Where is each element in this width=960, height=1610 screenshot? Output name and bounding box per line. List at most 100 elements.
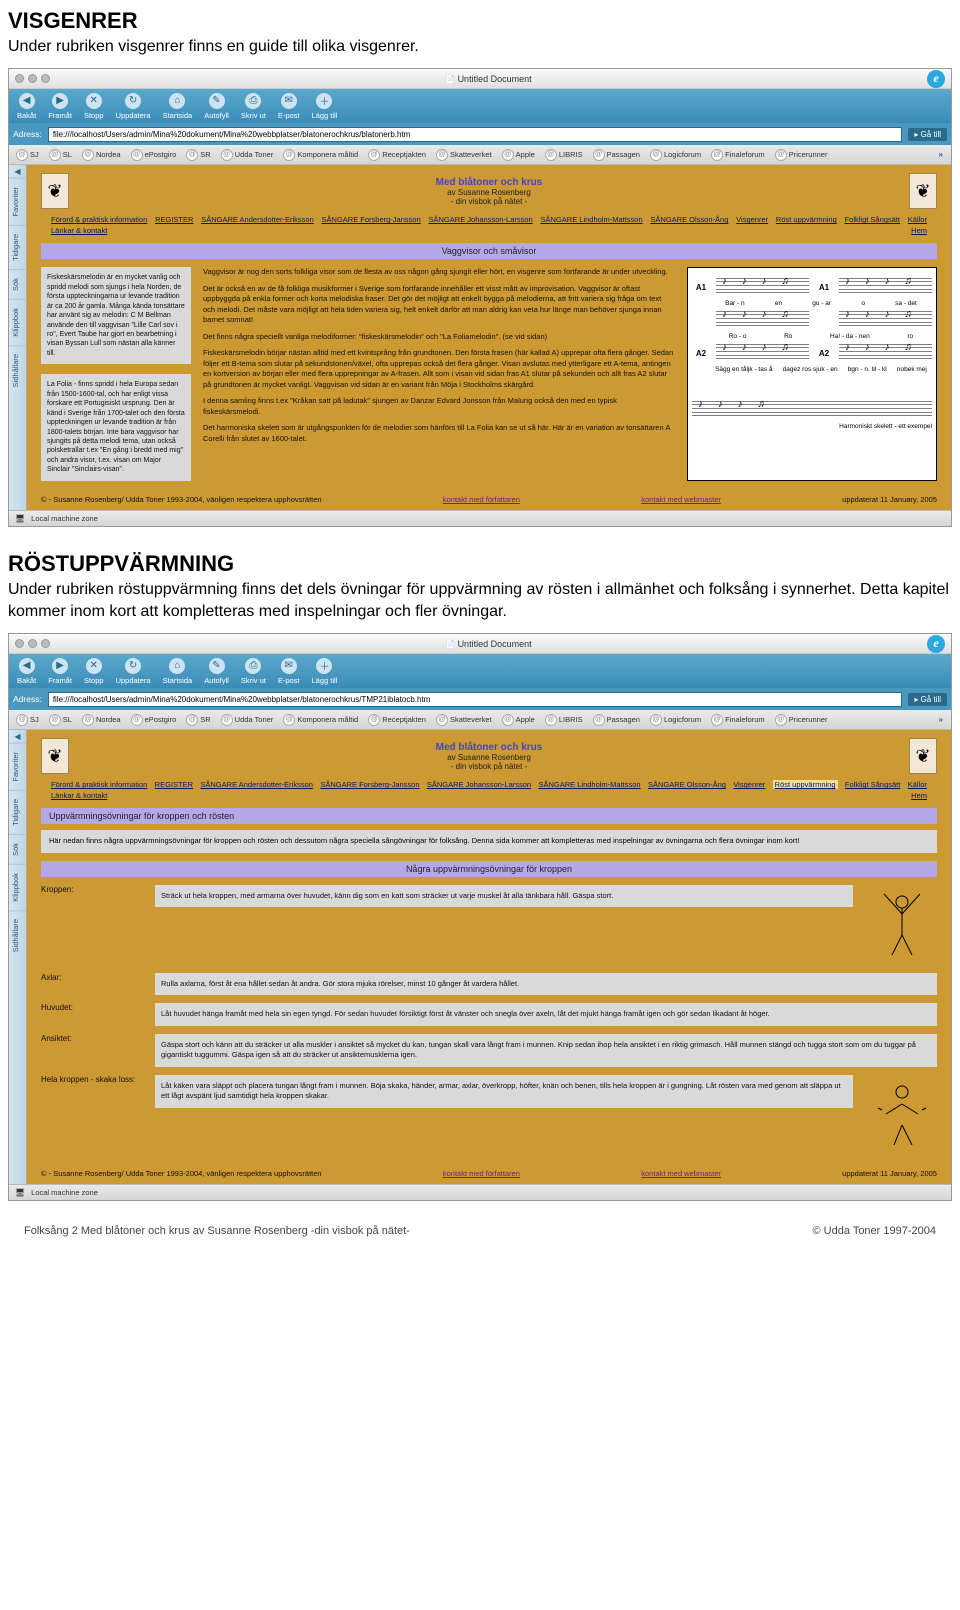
stop-button[interactable]: ✕Stopp	[80, 92, 108, 121]
mail-button[interactable]: ✉E-post	[274, 657, 304, 686]
nav-link[interactable]: SÅNGARE Johansson-Larsson	[427, 780, 531, 789]
nav-link[interactable]: SÅNGARE Lindholm-Mattsson	[538, 780, 640, 789]
nav-link[interactable]: SÅNGARE Forsberg-Jansson	[322, 215, 421, 224]
bookmark[interactable]: SJ	[13, 148, 42, 162]
nav-link[interactable]: Röst uppvärmning	[776, 215, 837, 224]
home-button[interactable]: ⌂Startsida	[159, 657, 197, 686]
bookmark[interactable]: Finaleforum	[708, 713, 768, 727]
sidetab-sok[interactable]: Sök	[9, 269, 26, 299]
print-button[interactable]: ⎙Skriv ut	[237, 92, 270, 121]
nav-link[interactable]: SÅNGARE Forsberg-Jansson	[320, 780, 419, 789]
sidetab-favoriter[interactable]: Favoriter	[9, 178, 26, 225]
bookmark[interactable]: Passagen	[590, 148, 643, 162]
forward-button[interactable]: ▶Framåt	[44, 657, 76, 686]
bookmark[interactable]: Receptjakten	[365, 713, 429, 727]
bookmark[interactable]: Pricerunner	[772, 148, 831, 162]
nav-link[interactable]: Hem	[911, 791, 927, 800]
bookmark[interactable]: Nordea	[79, 148, 124, 162]
bookmark[interactable]: Skatteverket	[433, 148, 495, 162]
bookmark[interactable]: Skatteverket	[433, 713, 495, 727]
bookmark[interactable]: LIBRIS	[542, 148, 586, 162]
bookmark[interactable]: LIBRIS	[542, 713, 586, 727]
bookmark[interactable]: Komponera måltid	[280, 713, 361, 727]
bookmark[interactable]: Receptjakten	[365, 148, 429, 162]
nav-link[interactable]: Visgenrer	[736, 215, 768, 224]
bookmark[interactable]: SL	[46, 148, 75, 162]
refresh-button[interactable]: ↻Uppdatera	[112, 657, 155, 686]
nav-link[interactable]: Länkar & kontakt	[51, 226, 107, 235]
nav-link[interactable]: REGISTER	[155, 215, 193, 224]
nav-link[interactable]: SÅNGARE Olsson-Ång	[648, 780, 726, 789]
refresh-button[interactable]: ↻Uppdatera	[112, 92, 155, 121]
window-close-icon[interactable]	[15, 74, 24, 83]
address-input[interactable]	[48, 692, 902, 707]
sidetab-klippbok[interactable]: Klippbok	[9, 864, 26, 910]
bookmark[interactable]: ePostgiro	[128, 713, 180, 727]
nav-link[interactable]: Källor	[908, 215, 927, 224]
bookmark[interactable]: SR	[183, 713, 213, 727]
nav-link[interactable]: SÅNGARE Johansson-Larsson	[429, 215, 533, 224]
nav-link[interactable]: Folkligt Sångsätt	[845, 780, 900, 789]
sidetab-klippbok[interactable]: Klippbok	[9, 299, 26, 345]
bookmark[interactable]: SR	[183, 148, 213, 162]
nav-link-active[interactable]: Röst uppvärmning	[773, 780, 838, 789]
sidetab-tidigare[interactable]: Tidigare	[9, 790, 26, 834]
nav-link[interactable]: Källor	[908, 780, 927, 789]
nav-link[interactable]: Hem	[911, 226, 927, 235]
bookmark[interactable]: Finaleforum	[708, 148, 768, 162]
bookmark[interactable]: SL	[46, 713, 75, 727]
sidetab-favoriter[interactable]: Favoriter	[9, 743, 26, 790]
sidetab-arrow-icon[interactable]: ◀	[9, 165, 26, 178]
bookmark[interactable]: Pricerunner	[772, 713, 831, 727]
address-input[interactable]	[48, 127, 902, 142]
back-button[interactable]: ◀Bakåt	[13, 657, 40, 686]
sidetab-sidhallare[interactable]: Sidhållare	[9, 910, 26, 960]
bookmark[interactable]: Logicforum	[647, 148, 704, 162]
mail-button[interactable]: ✉E-post	[274, 92, 304, 121]
bookmarks-more-icon[interactable]: »	[935, 150, 947, 159]
nav-link[interactable]: Förord & praktisk information	[51, 780, 147, 789]
sidetab-tidigare[interactable]: Tidigare	[9, 225, 26, 269]
nav-link[interactable]: SÅNGARE Lindholm-Mattsson	[541, 215, 643, 224]
nav-link[interactable]: REGISTER	[155, 780, 193, 789]
bookmark[interactable]: Komponera måltid	[280, 148, 361, 162]
bookmark[interactable]: Udda Toner	[218, 713, 277, 727]
bookmark[interactable]: ePostgiro	[128, 148, 180, 162]
addfav-button[interactable]: ＋Lägg till	[308, 92, 342, 121]
window-zoom-icon[interactable]	[41, 74, 50, 83]
nav-link[interactable]: SÅNGARE Olsson-Ång	[650, 215, 728, 224]
footer-link-author[interactable]: kontakt med författaren	[443, 495, 520, 504]
bookmark[interactable]: Apple	[499, 148, 538, 162]
footer-link-webmaster[interactable]: kontakt med webmaster	[641, 495, 721, 504]
sidetab-arrow-icon[interactable]: ◀	[9, 730, 26, 743]
bookmark[interactable]: Passagen	[590, 713, 643, 727]
nav-link[interactable]: Visgenrer	[733, 780, 765, 789]
home-button[interactable]: ⌂Startsida	[159, 92, 197, 121]
nav-link[interactable]: Folkligt Sångsätt	[845, 215, 900, 224]
go-button[interactable]: ▸ Gå till	[908, 693, 947, 706]
nav-link[interactable]: Förord & praktisk information	[51, 215, 147, 224]
nav-link[interactable]: SÅNGARE Andersdotter-Eriksson	[200, 780, 313, 789]
bookmark[interactable]: Nordea	[79, 713, 124, 727]
print-button[interactable]: ⎙Skriv ut	[237, 657, 270, 686]
nav-link[interactable]: SÅNGARE Andersdotter-Eriksson	[201, 215, 314, 224]
addfav-button[interactable]: ＋Lägg till	[308, 657, 342, 686]
forward-button[interactable]: ▶Framåt	[44, 92, 76, 121]
window-zoom-icon[interactable]	[41, 639, 50, 648]
footer-link-webmaster[interactable]: kontakt med webmaster	[641, 1169, 721, 1178]
footer-link-author[interactable]: kontakt med författaren	[443, 1169, 520, 1178]
back-button[interactable]: ◀Bakåt	[13, 92, 40, 121]
window-min-icon[interactable]	[28, 74, 37, 83]
sidetab-sok[interactable]: Sök	[9, 834, 26, 864]
bookmark[interactable]: Apple	[499, 713, 538, 727]
window-min-icon[interactable]	[28, 639, 37, 648]
nav-link[interactable]: Länkar & kontakt	[51, 791, 107, 800]
sidetab-sidhallare[interactable]: Sidhållare	[9, 345, 26, 395]
go-button[interactable]: ▸ Gå till	[908, 128, 947, 141]
bookmark[interactable]: SJ	[13, 713, 42, 727]
autofill-button[interactable]: ✎Autofyll	[200, 657, 233, 686]
bookmarks-more-icon[interactable]: »	[935, 715, 947, 724]
stop-button[interactable]: ✕Stopp	[80, 657, 108, 686]
autofill-button[interactable]: ✎Autofyll	[200, 92, 233, 121]
window-close-icon[interactable]	[15, 639, 24, 648]
